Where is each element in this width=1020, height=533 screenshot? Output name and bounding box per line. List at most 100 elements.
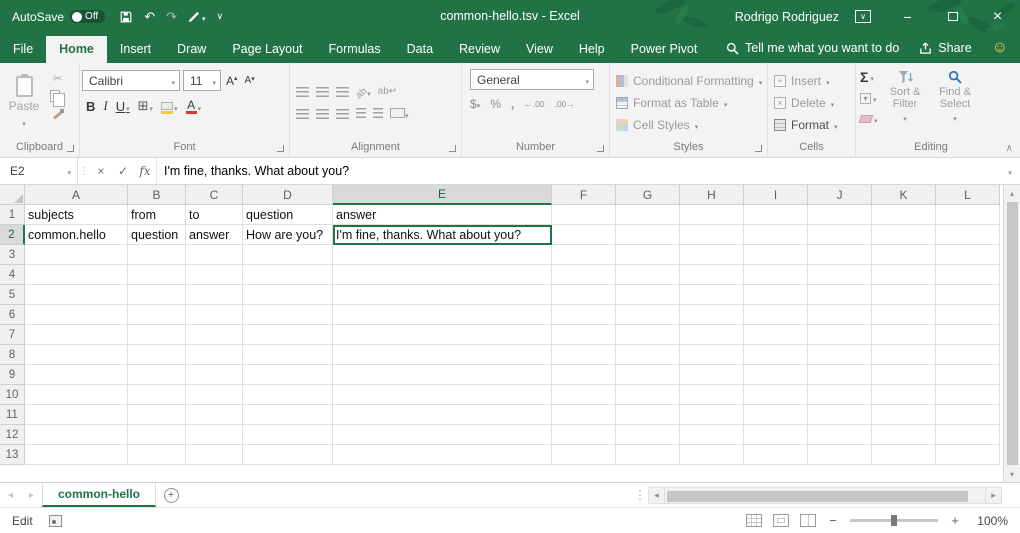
row-header-8[interactable]: 8 xyxy=(0,345,25,365)
cell-E8[interactable] xyxy=(333,345,552,365)
cell-L6[interactable] xyxy=(936,305,1000,325)
cell-H11[interactable] xyxy=(680,405,744,425)
cell-F3[interactable] xyxy=(552,245,616,265)
delete-cells-button[interactable]: Delete xyxy=(774,93,838,112)
column-header-B[interactable]: B xyxy=(128,185,186,205)
page-layout-view-icon[interactable] xyxy=(773,514,789,527)
row-header-11[interactable]: 11 xyxy=(0,405,25,425)
row-header-2[interactable]: 2 xyxy=(0,225,25,245)
zoom-level[interactable]: 100% xyxy=(972,514,1008,528)
maximize-button[interactable] xyxy=(930,0,975,33)
cell-F4[interactable] xyxy=(552,265,616,285)
cell-I12[interactable] xyxy=(744,425,808,445)
row-header-9[interactable]: 9 xyxy=(0,365,25,385)
column-header-D[interactable]: D xyxy=(243,185,333,205)
cell-J12[interactable] xyxy=(808,425,872,445)
ribbon-display-options-icon[interactable] xyxy=(855,10,871,23)
cell-I3[interactable] xyxy=(744,245,808,265)
cell-B11[interactable] xyxy=(128,405,186,425)
decrease-indent-button[interactable] xyxy=(356,107,366,121)
paste-button[interactable]: Paste xyxy=(2,65,46,140)
cell-K10[interactable] xyxy=(872,385,936,405)
cell-E7[interactable] xyxy=(333,325,552,345)
row-header-3[interactable]: 3 xyxy=(0,245,25,265)
align-left-button[interactable] xyxy=(296,109,309,119)
cell-L2[interactable] xyxy=(936,225,1000,245)
tab-page-layout[interactable]: Page Layout xyxy=(219,36,315,63)
cell-J2[interactable] xyxy=(808,225,872,245)
cell-E6[interactable] xyxy=(333,305,552,325)
middle-align-button[interactable] xyxy=(316,87,329,97)
row-header-1[interactable]: 1 xyxy=(0,205,25,225)
cell-E9[interactable] xyxy=(333,365,552,385)
comma-style-button[interactable]: , xyxy=(511,97,514,111)
conditional-formatting-button[interactable]: Conditional Formatting xyxy=(616,71,762,90)
cell-H9[interactable] xyxy=(680,365,744,385)
clear-button[interactable] xyxy=(860,111,878,127)
cell-C13[interactable] xyxy=(186,445,243,465)
row-header-5[interactable]: 5 xyxy=(0,285,25,305)
cell-C1[interactable]: to xyxy=(186,205,243,225)
macro-record-icon[interactable] xyxy=(49,515,62,527)
cell-A1[interactable]: subjects xyxy=(25,205,128,225)
cell-B3[interactable] xyxy=(128,245,186,265)
cell-B2[interactable]: question xyxy=(128,225,186,245)
cell-D6[interactable] xyxy=(243,305,333,325)
cell-G5[interactable] xyxy=(616,285,680,305)
top-align-button[interactable] xyxy=(296,87,309,97)
next-sheet-button[interactable]: ▸ xyxy=(21,483,42,507)
cell-B12[interactable] xyxy=(128,425,186,445)
cell-D5[interactable] xyxy=(243,285,333,305)
merge-center-button[interactable] xyxy=(390,107,409,121)
cell-J13[interactable] xyxy=(808,445,872,465)
cell-A13[interactable] xyxy=(25,445,128,465)
cell-B4[interactable] xyxy=(128,265,186,285)
cell-A12[interactable] xyxy=(25,425,128,445)
increase-decimal-button[interactable]: ←.00 xyxy=(524,99,544,109)
copy-button[interactable] xyxy=(50,89,66,103)
align-right-button[interactable] xyxy=(336,109,349,119)
scroll-down-button[interactable]: ▾ xyxy=(1004,466,1020,482)
cell-L5[interactable] xyxy=(936,285,1000,305)
row-header-10[interactable]: 10 xyxy=(0,385,25,405)
cell-D10[interactable] xyxy=(243,385,333,405)
cell-H4[interactable] xyxy=(680,265,744,285)
cell-A8[interactable] xyxy=(25,345,128,365)
cell-F1[interactable] xyxy=(552,205,616,225)
cut-button[interactable]: ✂ xyxy=(53,71,62,85)
cell-A2[interactable]: common.hello xyxy=(25,225,128,245)
formula-input[interactable]: I'm fine, thanks. What about you? xyxy=(156,158,1000,184)
cell-C4[interactable] xyxy=(186,265,243,285)
cell-G10[interactable] xyxy=(616,385,680,405)
cell-J9[interactable] xyxy=(808,365,872,385)
horizontal-scroll-thumb[interactable] xyxy=(667,491,968,502)
cell-J10[interactable] xyxy=(808,385,872,405)
cell-K8[interactable] xyxy=(872,345,936,365)
cancel-button[interactable]: × xyxy=(90,158,112,184)
cell-L9[interactable] xyxy=(936,365,1000,385)
cell-B13[interactable] xyxy=(128,445,186,465)
cell-F8[interactable] xyxy=(552,345,616,365)
insert-function-button[interactable]: fx xyxy=(134,158,156,184)
increase-indent-button[interactable] xyxy=(373,107,383,121)
normal-view-icon[interactable] xyxy=(746,514,762,527)
cell-K5[interactable] xyxy=(872,285,936,305)
cell-F13[interactable] xyxy=(552,445,616,465)
cell-D4[interactable] xyxy=(243,265,333,285)
insert-cells-button[interactable]: Insert xyxy=(774,71,838,90)
cell-F6[interactable] xyxy=(552,305,616,325)
cell-D3[interactable] xyxy=(243,245,333,265)
cell-C10[interactable] xyxy=(186,385,243,405)
zoom-in-button[interactable]: + xyxy=(949,513,961,528)
tab-review[interactable]: Review xyxy=(446,36,513,63)
cell-J7[interactable] xyxy=(808,325,872,345)
cell-J8[interactable] xyxy=(808,345,872,365)
scroll-left-button[interactable]: ◂ xyxy=(648,487,665,504)
cell-A5[interactable] xyxy=(25,285,128,305)
cell-D8[interactable] xyxy=(243,345,333,365)
cell-C12[interactable] xyxy=(186,425,243,445)
bold-button[interactable]: B xyxy=(86,99,95,114)
cell-A11[interactable] xyxy=(25,405,128,425)
cell-K7[interactable] xyxy=(872,325,936,345)
cell-L13[interactable] xyxy=(936,445,1000,465)
